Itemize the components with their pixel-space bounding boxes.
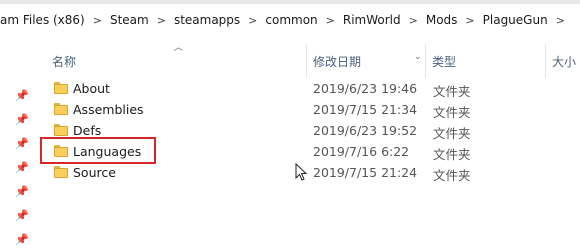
chevron-right-icon[interactable]: > (248, 14, 257, 27)
column-divider[interactable] (545, 44, 546, 78)
file-name[interactable]: Defs (73, 123, 101, 138)
chevron-right-icon[interactable]: > (465, 14, 474, 27)
file-date: 2019/7/15 21:34 (313, 102, 418, 117)
folder-icon (54, 82, 68, 94)
pin-icon[interactable]: 📌 (14, 208, 30, 224)
pin-icon[interactable]: 📌 (14, 136, 30, 152)
folder-icon (54, 166, 68, 178)
file-name[interactable]: Assemblies (73, 102, 144, 117)
pin-icon[interactable]: 📌 (14, 160, 30, 176)
breadcrumb-rimworld[interactable]: RimWorld (341, 13, 403, 27)
file-type: 文件夹 (433, 168, 471, 183)
pin-icon[interactable]: 📌 (14, 184, 30, 200)
breadcrumb-common[interactable]: common (263, 13, 319, 27)
breadcrumb-program-files[interactable]: am Files (x86) (0, 13, 87, 27)
file-name[interactable]: About (73, 81, 110, 96)
file-name[interactable]: Source (73, 165, 116, 180)
file-row[interactable]: Assemblies 2019/7/15 21:34 文件夹 (44, 100, 570, 121)
pin-icon[interactable]: 📌 (14, 88, 30, 104)
column-header-date[interactable]: 修改日期 (313, 53, 361, 70)
highlight-box (40, 137, 156, 164)
file-date: 2019/6/23 19:52 (313, 123, 418, 138)
file-type: 文件夹 (433, 147, 471, 162)
chevron-down-icon[interactable]: ⌄ (414, 52, 422, 62)
column-header-row: ︿ 名称 修改日期 ⌄ 类型 大小 (0, 36, 580, 78)
pin-icon[interactable]: 📌 (14, 112, 30, 128)
sort-up-icon: ︿ (174, 43, 184, 53)
file-row[interactable]: Source 2019/7/15 21:24 文件夹 (44, 163, 570, 184)
file-type: 文件夹 (433, 126, 471, 141)
address-bar-breadcrumb[interactable]: am Files (x86) > Steam > steamapps > com… (0, 4, 580, 37)
folder-icon (54, 103, 68, 115)
column-header-name[interactable]: 名称 (52, 53, 76, 70)
chevron-right-icon[interactable]: > (556, 14, 565, 27)
file-date: 2019/6/23 19:46 (313, 81, 418, 96)
column-divider[interactable] (306, 44, 307, 78)
breadcrumb-steamapps[interactable]: steamapps (172, 13, 242, 27)
mouse-cursor-icon (295, 163, 307, 181)
column-header-size[interactable]: 大小 (552, 53, 576, 70)
chevron-right-icon[interactable]: > (326, 14, 335, 27)
column-divider[interactable] (425, 44, 426, 78)
breadcrumb-mods[interactable]: Mods (424, 13, 460, 27)
file-type: 文件夹 (433, 84, 471, 99)
column-header-type[interactable]: 类型 (432, 53, 456, 70)
breadcrumb-steam[interactable]: Steam (108, 13, 151, 27)
breadcrumb-plaguegun[interactable]: PlagueGun (481, 13, 550, 27)
chevron-right-icon[interactable]: > (409, 14, 418, 27)
folder-icon (54, 124, 68, 136)
chevron-right-icon[interactable]: > (93, 14, 102, 27)
chevron-right-icon[interactable]: > (157, 14, 166, 27)
file-date: 2019/7/16 6:22 (313, 144, 410, 159)
file-row[interactable]: About 2019/6/23 19:46 文件夹 (44, 79, 570, 100)
file-type: 文件夹 (433, 105, 471, 120)
file-date: 2019/7/15 21:24 (313, 165, 418, 180)
pin-icon[interactable]: 📌 (14, 232, 30, 248)
